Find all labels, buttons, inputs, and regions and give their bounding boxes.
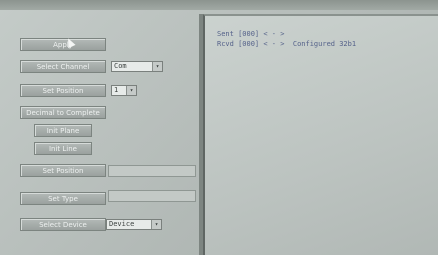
- console-output[interactable]: Sent [000] < - > Rcvd [000] < - > Config…: [203, 14, 438, 255]
- device-select[interactable]: Device ▾: [106, 219, 162, 230]
- select-channel-button[interactable]: Select Channel: [20, 60, 106, 73]
- decimal-to-complete-button[interactable]: Decimal to Complete: [20, 106, 106, 119]
- set-position-button[interactable]: Set Position: [20, 84, 106, 97]
- init-plane-button[interactable]: Init Plane: [34, 124, 92, 137]
- position-select-value: 1: [114, 86, 119, 94]
- set-type-button[interactable]: Set Type: [20, 192, 106, 205]
- position-select[interactable]: 1 ▾: [111, 85, 137, 96]
- chevron-down-icon[interactable]: ▾: [151, 220, 161, 229]
- position-input[interactable]: [108, 165, 196, 177]
- channel-select[interactable]: Com ▾: [111, 61, 163, 72]
- apply-button[interactable]: Apply: [20, 38, 106, 51]
- type-input[interactable]: [108, 190, 196, 202]
- console-line-sent: Sent [000] < - >: [217, 30, 285, 38]
- select-device-button[interactable]: Select Device: [20, 218, 106, 231]
- set-position-button-2[interactable]: Set Position: [20, 164, 106, 177]
- chevron-down-icon[interactable]: ▾: [126, 86, 136, 95]
- device-select-value: Device: [109, 220, 135, 228]
- console-line-received: Rcvd [000] < - > Configured 32b1: [217, 40, 357, 48]
- channel-select-value: Com: [114, 62, 127, 70]
- init-line-button[interactable]: Init Line: [34, 142, 92, 155]
- chevron-down-icon[interactable]: ▾: [152, 62, 162, 71]
- control-panel: Apply Select Channel Com ▾ Set Position …: [8, 20, 200, 250]
